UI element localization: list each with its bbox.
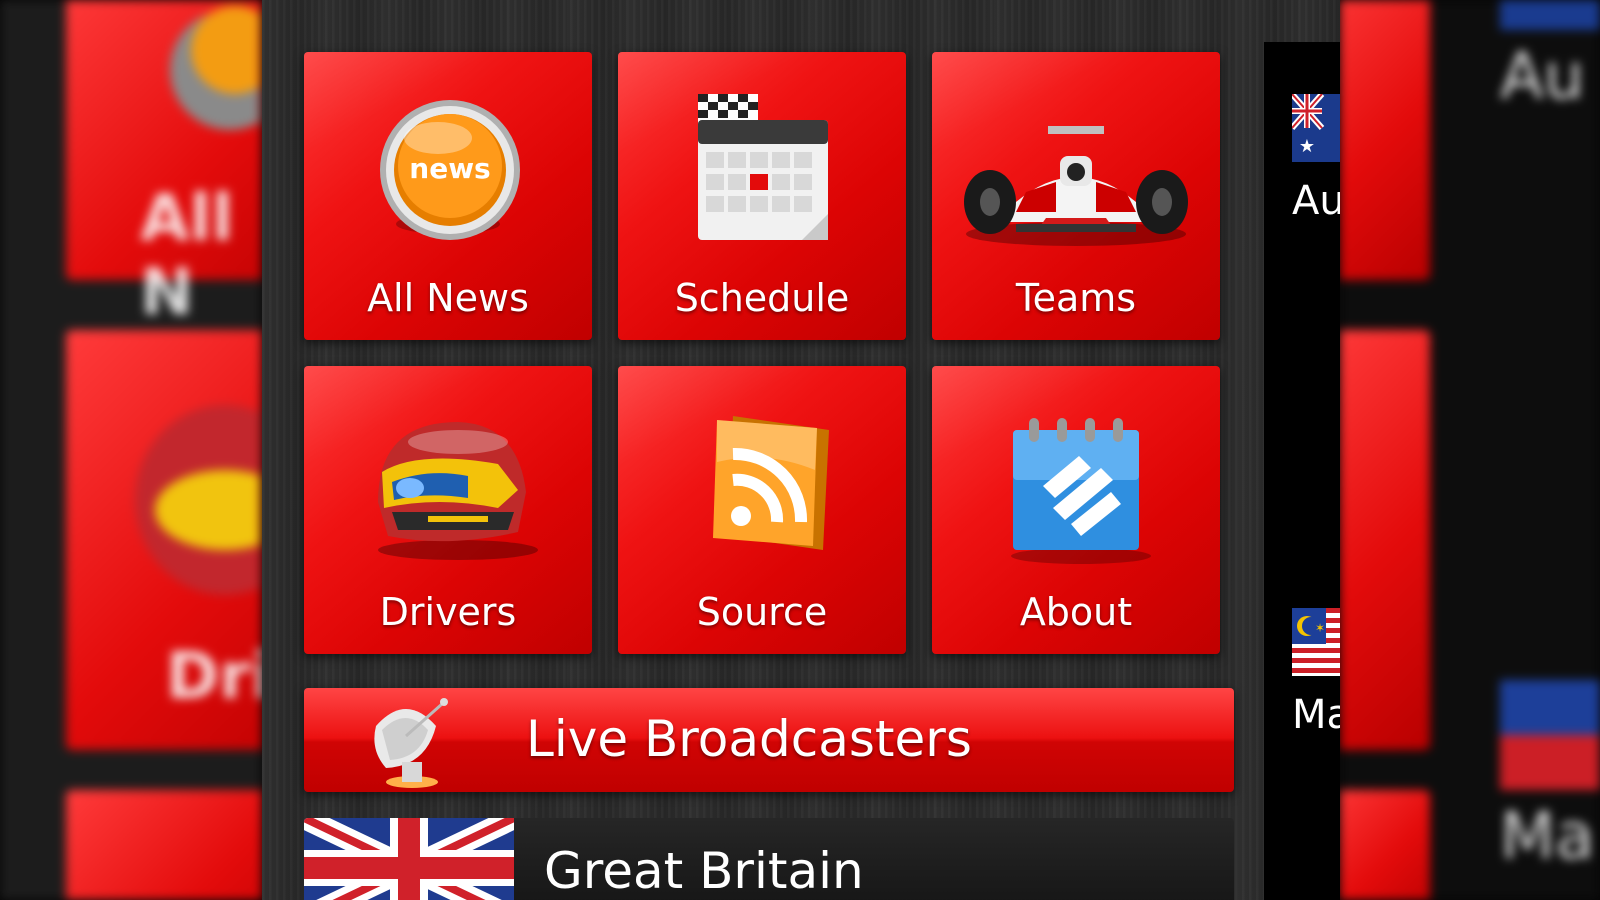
rss-icon [713, 416, 829, 550]
tile-label: Source [696, 590, 828, 634]
country-name: Great Britain [544, 842, 864, 900]
all-news-tile[interactable]: news All News [304, 52, 592, 340]
tile-label: Teams [1015, 276, 1137, 320]
svg-text:✶: ✶ [1315, 621, 1325, 635]
svg-text:news: news [409, 152, 490, 185]
svg-text:★: ★ [1299, 136, 1315, 157]
calendar-icon [698, 94, 828, 240]
blurred-text: Au [1500, 40, 1585, 114]
drivers-tile[interactable]: Drivers [304, 366, 592, 654]
race-car-icon [964, 126, 1188, 246]
live-broadcasters-banner[interactable]: Live Broadcasters [304, 688, 1234, 792]
tile-label: About [1019, 590, 1133, 634]
australia-flag-icon [1500, 0, 1600, 30]
malaysia-flag-icon [1500, 680, 1600, 790]
notepad-icon [1011, 418, 1151, 564]
blurred-tile [1340, 330, 1430, 750]
australia-flag-icon: ★ [1289, 92, 1340, 162]
source-tile[interactable]: Source [618, 366, 906, 654]
app-screen: news All News Schedule Teams Drivers Sou… [262, 0, 1340, 900]
side-list-panel: ★ Au ✶ Ma [1264, 42, 1340, 900]
uk-flag-icon [304, 818, 514, 900]
tile-label: Schedule [674, 276, 850, 320]
helmet-icon [135, 405, 260, 595]
blurred-tile [1340, 0, 1430, 280]
satellite-dish-icon [374, 698, 448, 788]
blurred-text: Dri [166, 640, 262, 714]
malaysia-flag-icon: ✶ [1292, 608, 1340, 676]
blurred-background-left: All N Dri [0, 0, 262, 900]
tile-label: Drivers [379, 590, 517, 634]
tile-label: All News [367, 276, 529, 320]
schedule-tile[interactable]: Schedule [618, 52, 906, 340]
about-tile[interactable]: About [932, 366, 1220, 654]
side-item-malaysia[interactable]: ✶ Ma [1292, 608, 1340, 738]
side-item-australia[interactable]: ★ Au [1289, 92, 1340, 224]
blurred-background-right: Au Ma [1340, 0, 1600, 900]
news-icon: news [380, 100, 520, 240]
live-broadcasters-label: Live Broadcasters [526, 710, 972, 768]
blurred-text: Ma [1500, 800, 1595, 874]
blurred-tile [66, 790, 262, 900]
helmet-icon [378, 422, 538, 560]
side-item-label: Au [1292, 178, 1340, 224]
teams-tile[interactable]: Teams [932, 52, 1220, 340]
broadcaster-row-great-britain[interactable]: Great Britain [304, 818, 1234, 900]
news-icon [170, 6, 260, 130]
blurred-text: All N [140, 182, 234, 330]
blurred-tile [1340, 790, 1430, 900]
side-item-label: Ma [1292, 692, 1340, 738]
